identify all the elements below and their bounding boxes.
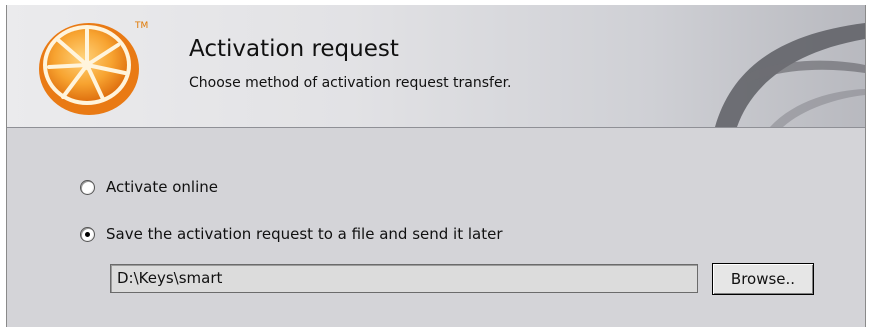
radio-activate-online[interactable]: Activate online <box>80 178 218 196</box>
radio-save-to-file[interactable]: Save the activation request to a file an… <box>80 225 503 243</box>
radio-button-online[interactable] <box>80 179 95 195</box>
radio-label-save-file: Save the activation request to a file an… <box>106 225 503 243</box>
file-path-input[interactable]: D:\Keys\smart <box>110 264 698 293</box>
page-subtitle: Choose method of activation request tran… <box>189 75 512 91</box>
activation-wizard-window: TM Activation request Choose method of a… <box>6 5 866 327</box>
swoosh-decoration-icon <box>715 23 865 127</box>
orange-slice-icon <box>39 23 139 115</box>
trademark-mark: TM <box>135 21 149 31</box>
wizard-header: TM Activation request Choose method of a… <box>7 5 865 128</box>
radio-label-online: Activate online <box>106 178 218 196</box>
radio-button-save-file[interactable] <box>80 226 95 242</box>
browse-button[interactable]: Browse.. <box>712 263 814 295</box>
page-title: Activation request <box>189 36 399 62</box>
